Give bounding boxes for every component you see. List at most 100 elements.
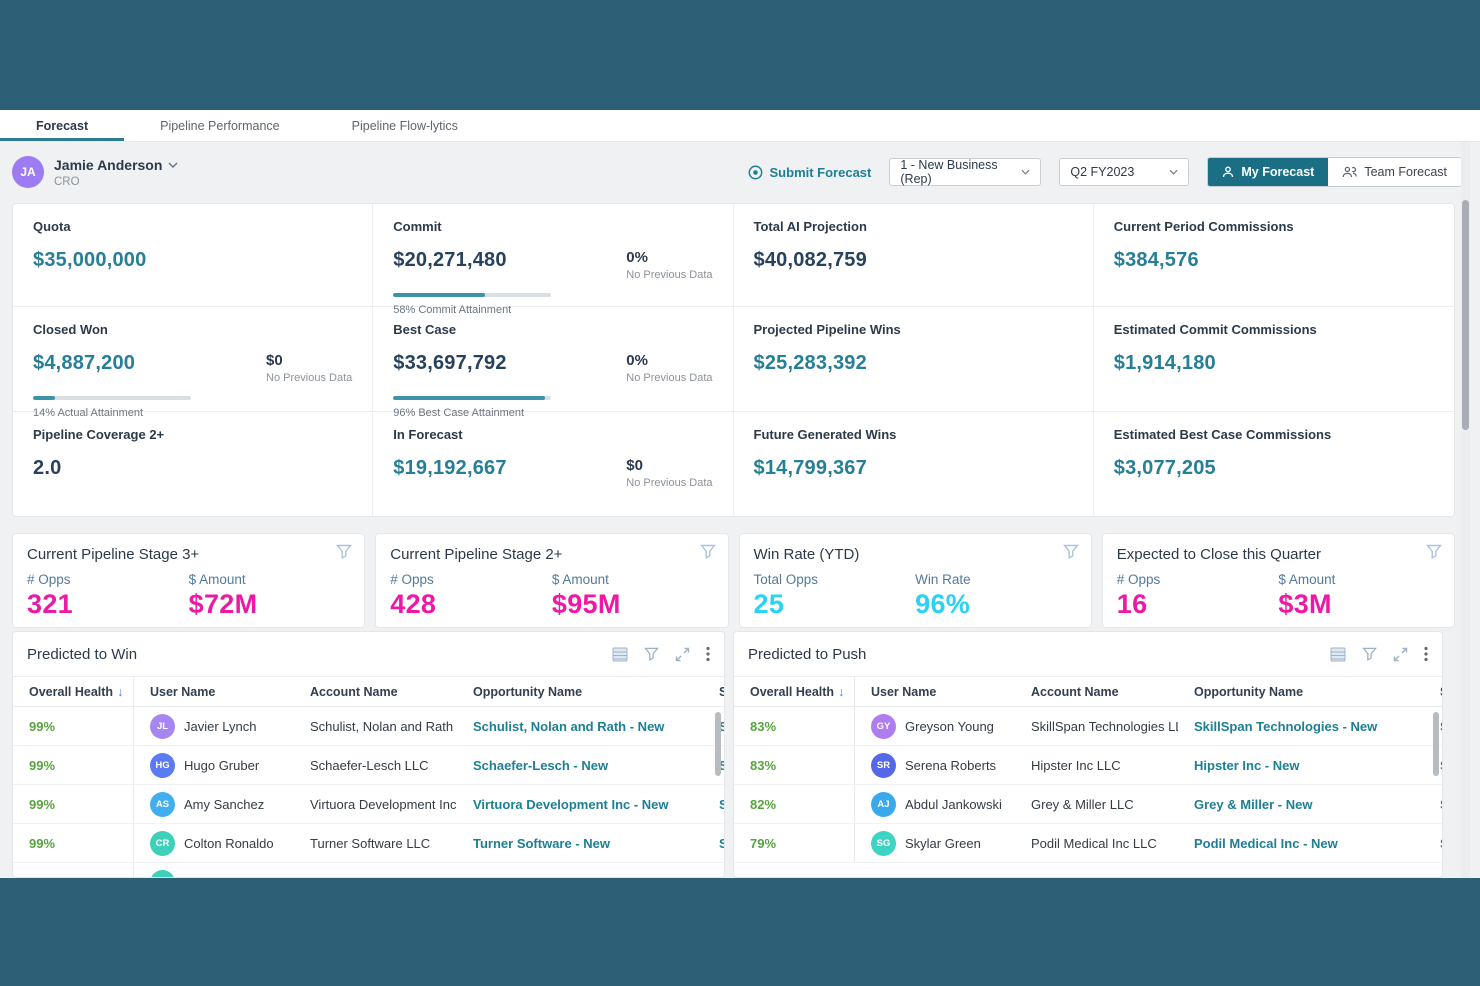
table-scrollbar[interactable] <box>715 712 721 776</box>
kpi-commit: Commit $20,271,480 0% No Previous Data 5… <box>373 204 733 307</box>
column-overall-health[interactable]: Overall Health↓ <box>734 677 855 706</box>
tab-pipeline-flow-lytics[interactable]: Pipeline Flow-lytics <box>316 110 494 141</box>
opportunity-link[interactable]: Schaefer-Lesch - New <box>457 758 703 773</box>
kebab-menu-icon[interactable] <box>1424 646 1428 662</box>
table-view-icon[interactable] <box>1330 647 1346 662</box>
table-row[interactable]: 83% SR Serena Roberts Hipster Inc LLC Hi… <box>734 746 1442 785</box>
kpi-quota: Quota $35,000,000 <box>13 204 373 307</box>
table-scrollbar[interactable] <box>1433 712 1439 776</box>
table-column-headers: Overall Health↓ User Name Account Name O… <box>13 677 724 707</box>
stat-label: # Opps <box>390 572 552 587</box>
summary-card: Current Pipeline Stage 2+ # Opps 428 $ A… <box>375 533 728 628</box>
table-row[interactable]: 83% GY Greyson Young SkillSpan Technolog… <box>734 707 1442 746</box>
filter-icon[interactable] <box>1426 544 1442 559</box>
user-cell <box>134 870 294 879</box>
tab-forecast[interactable]: Forecast <box>0 110 124 141</box>
health-cell: 99% <box>13 746 134 784</box>
forecast-type-select[interactable]: 1 - New Business (Rep) <box>889 158 1041 186</box>
table-body: 99% JL Javier Lynch Schulist, Nolan and … <box>13 707 724 878</box>
stat-value: 428 <box>390 589 552 620</box>
chevron-down-icon <box>1169 169 1178 175</box>
health-cell: 99% <box>13 824 134 862</box>
kpi-value: $14,799,367 <box>754 457 867 480</box>
table-row[interactable]: 99% JL Javier Lynch Schulist, Nolan and … <box>13 707 724 746</box>
table-row[interactable]: 99% AS Amy Sanchez Virtuora Development … <box>13 785 724 824</box>
stat-label: Win Rate <box>915 572 1077 587</box>
sort-desc-icon: ↓ <box>838 685 844 699</box>
top-banner <box>0 0 1480 110</box>
kpi-value: $20,271,480 <box>393 249 506 272</box>
user-name: Serena Roberts <box>905 758 996 773</box>
bottom-banner <box>0 878 1480 986</box>
column-stage[interactable]: St <box>703 685 725 699</box>
kebab-menu-icon[interactable] <box>706 646 710 662</box>
forecast-view-toggle: My Forecast Team Forecast <box>1207 157 1462 187</box>
progress-bar <box>393 293 551 297</box>
column-account-name[interactable]: Account Name <box>1015 685 1178 699</box>
user-cell: HG Hugo Gruber <box>134 753 294 778</box>
my-forecast-button[interactable]: My Forecast <box>1208 158 1328 186</box>
avatar: HG <box>150 753 175 778</box>
table-row[interactable]: 99% CR Colton Ronaldo Turner Software LL… <box>13 824 724 863</box>
summary-card: Current Pipeline Stage 3+ # Opps 321 $ A… <box>12 533 365 628</box>
sort-desc-icon: ↓ <box>117 685 123 699</box>
avatar <box>150 870 175 879</box>
column-opportunity-name[interactable]: Opportunity Name <box>1178 685 1424 699</box>
stat-value: $95M <box>552 589 714 620</box>
kpi-estimated-commit-commissions: Estimated Commit Commissions $1,914,180 <box>1094 307 1454 412</box>
health-cell: 99% <box>13 785 134 823</box>
user-name: Jamie Anderson <box>54 157 162 173</box>
column-user-name[interactable]: User Name <box>134 685 294 699</box>
kpi-current-period-commissions: Current Period Commissions $384,576 <box>1094 204 1454 307</box>
chevron-down-icon <box>168 162 178 168</box>
opportunity-link[interactable]: Virtuora Development Inc - New <box>457 797 703 812</box>
column-opportunity-name[interactable]: Opportunity Name <box>457 685 703 699</box>
account-cell: Virtuora Development Inc LLC <box>294 797 457 812</box>
tab-pipeline-performance[interactable]: Pipeline Performance <box>124 110 316 141</box>
table-column-headers: Overall Health↓ User Name Account Name O… <box>734 677 1442 707</box>
stat-label: # Opps <box>27 572 189 587</box>
table-row[interactable]: 79% SG Skylar Green Podil Medical Inc LL… <box>734 824 1442 863</box>
filter-icon[interactable] <box>336 544 352 559</box>
filter-icon[interactable] <box>644 647 659 661</box>
opportunity-link[interactable]: Podil Medical Inc - New <box>1178 836 1424 851</box>
submit-forecast-button[interactable]: Submit Forecast <box>748 165 872 180</box>
user-cell: AS Amy Sanchez <box>134 792 294 817</box>
page-scrollbar-track[interactable] <box>1461 142 1470 878</box>
health-cell: 99% <box>13 707 134 745</box>
user-cell: AJ Abdul Jankowski <box>855 792 1015 817</box>
column-account-name[interactable]: Account Name <box>294 685 457 699</box>
user-cell: CR Colton Ronaldo <box>134 831 294 856</box>
opportunity-link[interactable]: Schulist, Nolan and Rath - New <box>457 719 703 734</box>
previous-period-block: 0% No Previous Data <box>626 249 712 281</box>
opportunity-link[interactable]: Hipster Inc - New <box>1178 758 1424 773</box>
avatar: JL <box>150 714 175 739</box>
expand-icon[interactable] <box>1393 647 1408 662</box>
team-forecast-button[interactable]: Team Forecast <box>1328 158 1461 186</box>
column-overall-health[interactable]: Overall Health↓ <box>13 677 134 706</box>
period-select[interactable]: Q2 FY2023 <box>1059 158 1189 186</box>
kpi-closed-won: Closed Won $4,887,200 $0 No Previous Dat… <box>13 307 373 412</box>
page-scrollbar-thumb[interactable] <box>1462 200 1469 430</box>
opportunity-link[interactable]: Grey & Miller - New <box>1178 797 1424 812</box>
kpi-value: $384,576 <box>1114 249 1199 272</box>
stat-label: Total Opps <box>754 572 916 587</box>
filter-icon[interactable] <box>700 544 716 559</box>
user-name-dropdown[interactable]: Jamie Anderson <box>54 157 178 173</box>
opportunity-link[interactable]: SkillSpan Technologies - New <box>1178 719 1424 734</box>
table-row[interactable] <box>13 863 724 878</box>
expand-icon[interactable] <box>675 647 690 662</box>
opportunity-link[interactable]: Turner Software - New <box>457 836 703 851</box>
table-body: 83% GY Greyson Young SkillSpan Technolog… <box>734 707 1442 863</box>
column-user-name[interactable]: User Name <box>855 685 1015 699</box>
column-stage[interactable]: St <box>1424 685 1443 699</box>
stage-cell: St <box>1424 836 1443 851</box>
filter-icon[interactable] <box>1362 647 1377 661</box>
user-name: Javier Lynch <box>184 719 257 734</box>
user-name: Skylar Green <box>905 836 981 851</box>
table-view-icon[interactable] <box>612 647 628 662</box>
table-row[interactable]: 82% AJ Abdul Jankowski Grey & Miller LLC… <box>734 785 1442 824</box>
kpi-projected-pipeline-wins: Projected Pipeline Wins $25,283,392 <box>734 307 1094 412</box>
table-row[interactable]: 99% HG Hugo Gruber Schaefer-Lesch LLC Sc… <box>13 746 724 785</box>
filter-icon[interactable] <box>1063 544 1079 559</box>
